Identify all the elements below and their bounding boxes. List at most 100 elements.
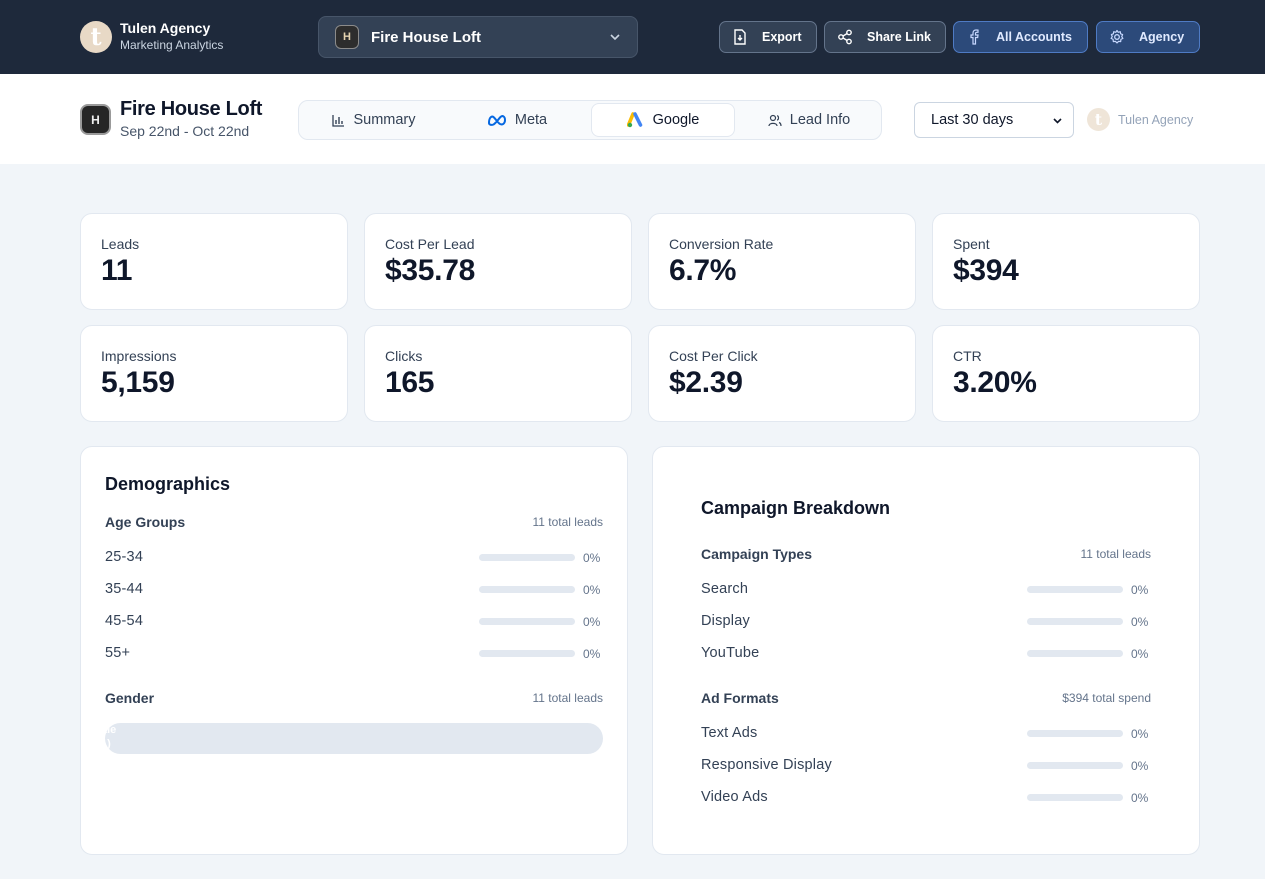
metric-value: 11 [101, 254, 133, 287]
agency-badge-name: Tulen Agency [1118, 112, 1194, 127]
ad-format-percent: 0% [1131, 727, 1149, 741]
metric-card-spent: Spent $394 [932, 213, 1200, 310]
all-accounts-button[interactable]: All Accounts [953, 21, 1088, 53]
share-icon [837, 29, 853, 45]
google-ads-icon [626, 112, 645, 128]
ad-format-percent: 0% [1131, 759, 1149, 773]
age-row-bar [479, 586, 575, 593]
metric-label: CTR [953, 348, 982, 364]
platform-tabs: Summary Meta Google Lead Info [298, 100, 882, 140]
campaign-type-percent: 0% [1131, 647, 1149, 661]
share-link-label: Share Link [867, 30, 931, 44]
export-label: Export [762, 30, 802, 44]
account-selector-value: Fire House Loft [371, 28, 482, 46]
all-accounts-label: All Accounts [996, 30, 1072, 44]
top-bar: t Tulen Agency Marketing Analytics H Fir… [0, 0, 1265, 74]
ad-format-bar [1027, 762, 1123, 769]
tab-meta[interactable]: Meta [447, 103, 587, 137]
tab-summary[interactable]: Summary [301, 103, 447, 137]
date-range-value: Last 30 days [931, 112, 1014, 128]
gender-split-bar: ale 1) [105, 723, 603, 754]
campaign-type-label: Search [701, 581, 749, 597]
brand-name: Tulen Agency [120, 20, 211, 36]
age-row-percent: 0% [583, 647, 601, 661]
tab-lead-info[interactable]: Lead Info [737, 103, 881, 137]
age-row-bar [479, 554, 575, 561]
tab-google-label: Google [652, 112, 700, 128]
metric-value: $394 [953, 254, 1019, 287]
metric-card-ctr: CTR 3.20% [932, 325, 1200, 422]
demographics-panel: Demographics Age Groups 11 total leads 2… [80, 446, 628, 855]
campaign-type-label: YouTube [701, 645, 760, 661]
brand: t Tulen Agency Marketing Analytics [80, 20, 223, 53]
metric-label: Cost Per Click [669, 348, 758, 364]
ad-format-label: Text Ads [701, 725, 758, 741]
ad-format-label: Responsive Display [701, 757, 832, 773]
tab-summary-label: Summary [353, 112, 416, 128]
ad-format-bar [1027, 794, 1123, 801]
meta-icon [487, 114, 507, 126]
chevron-down-icon [610, 34, 620, 41]
age-row-percent: 0% [583, 583, 601, 597]
age-row-label: 45-54 [105, 613, 144, 629]
campaign-type-bar [1027, 586, 1123, 593]
gender-segment-label: ale 1) [105, 724, 117, 750]
age-groups-note: 11 total leads [532, 515, 604, 529]
metric-card-impressions: Impressions 5,159 [80, 325, 348, 422]
gear-icon [1109, 29, 1125, 45]
metric-value: 3.20% [953, 366, 1037, 399]
age-row-bar [479, 618, 575, 625]
age-row-bar [479, 650, 575, 657]
age-row-percent: 0% [583, 615, 601, 629]
metric-value: $35.78 [385, 254, 475, 287]
metric-card-conversion-rate: Conversion Rate 6.7% [648, 213, 916, 310]
campaign-type-bar [1027, 650, 1123, 657]
export-button[interactable]: Export [719, 21, 817, 53]
campaign-type-percent: 0% [1131, 615, 1149, 629]
campaign-breakdown-panel: Campaign Breakdown Campaign Types 11 tot… [652, 446, 1200, 855]
tab-google[interactable]: Google [591, 103, 735, 137]
chevron-down-icon [1053, 117, 1062, 124]
campaign-breakdown-title: Campaign Breakdown [701, 498, 891, 518]
campaign-type-percent: 0% [1131, 583, 1149, 597]
age-row-label: 55+ [105, 645, 131, 661]
metric-label: Spent [953, 236, 990, 252]
metric-label: Cost Per Lead [385, 236, 475, 252]
campaign-type-bar [1027, 618, 1123, 625]
metric-label: Impressions [101, 348, 177, 364]
metric-label: Conversion Rate [669, 236, 774, 252]
client-name: Fire House Loft [120, 98, 263, 120]
tab-lead-info-label: Lead Info [789, 112, 851, 128]
date-range-select[interactable]: Last 30 days [914, 102, 1074, 138]
share-link-button[interactable]: Share Link [824, 21, 946, 53]
metric-card-leads: Leads 11 [80, 213, 348, 310]
metric-value: 6.7% [669, 254, 737, 287]
ad-format-label: Video Ads [701, 789, 768, 805]
report-header: H Fire House Loft Sep 22nd - Oct 22nd Su… [0, 74, 1265, 164]
campaign-types-title: Campaign Types [701, 546, 812, 562]
metric-card-cost-per-click: Cost Per Click $2.39 [648, 325, 916, 422]
demographics-title: Demographics [105, 474, 231, 494]
metric-label: Clicks [385, 348, 423, 364]
age-row-label: 35-44 [105, 581, 144, 597]
account-logo: H [335, 25, 359, 49]
agency-label: Agency [1139, 30, 1185, 44]
gender-note: 11 total leads [532, 691, 604, 705]
brand-subtitle: Marketing Analytics [120, 38, 224, 52]
client-logo: H [80, 104, 111, 135]
age-groups-title: Age Groups [105, 514, 186, 530]
metric-card-clicks: Clicks 165 [364, 325, 632, 422]
metric-value: 5,159 [101, 366, 175, 399]
tab-meta-label: Meta [514, 112, 548, 128]
agency-button[interactable]: Agency [1096, 21, 1200, 53]
account-selector[interactable]: H Fire House Loft [318, 16, 638, 58]
bar-chart-icon [332, 114, 345, 127]
brand-logo: t [80, 20, 112, 53]
agency-badge: t Tulen Agency [1087, 108, 1193, 131]
file-export-icon [732, 29, 748, 45]
report-date-range: Sep 22nd - Oct 22nd [120, 123, 250, 139]
metric-value: $2.39 [669, 366, 743, 399]
age-row-label: 25-34 [105, 549, 144, 565]
users-icon [768, 114, 782, 127]
facebook-icon [966, 29, 982, 45]
